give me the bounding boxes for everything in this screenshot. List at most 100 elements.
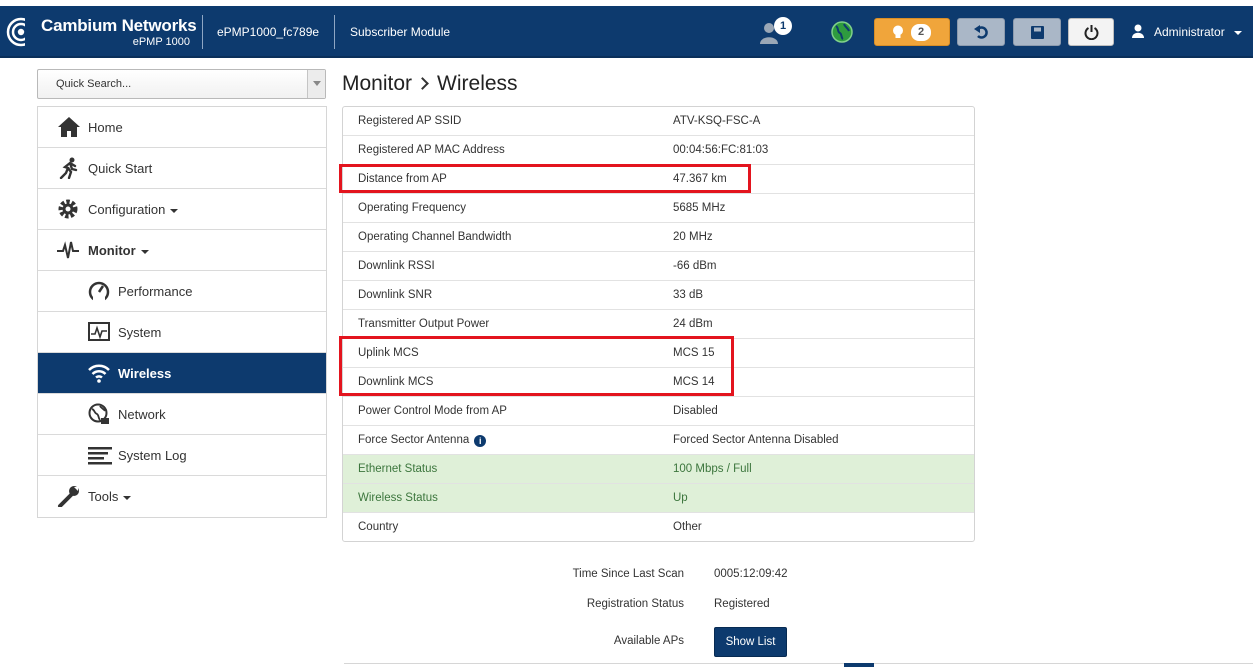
sidebar-item-label: Wireless: [118, 366, 172, 381]
info-icon[interactable]: i: [474, 435, 487, 447]
show-list-button[interactable]: Show List: [714, 627, 787, 657]
row-value: Forced Sector Antenna Disabled: [673, 434, 839, 446]
log-lines-icon: [88, 447, 112, 465]
user-sessions-badge: 1: [774, 17, 792, 35]
table-row: Operating Frequency 5685 MHz: [343, 194, 974, 223]
available-aps-label: Available APs: [613, 635, 684, 647]
chevron-right-icon: [416, 77, 429, 90]
row-value: 00:04:56:FC:81:03: [673, 144, 769, 156]
sidebar-item-system-log[interactable]: System Log: [38, 435, 326, 476]
sidebar-item-label-wrap: Configuration: [88, 202, 179, 217]
table-row: Downlink RSSI -66 dBm: [343, 252, 974, 281]
sidebar-item-monitor[interactable]: Monitor: [38, 230, 326, 271]
sidebar-item-quick-start[interactable]: Quick Start: [38, 148, 326, 189]
user-icon: [1132, 24, 1144, 38]
sidebar-item-tools[interactable]: Tools: [38, 476, 326, 517]
table-row: Force Sector Antenna i Forced Sector Anten…: [343, 426, 974, 455]
highlight-box-distance: [339, 164, 751, 193]
sidebar-item-performance[interactable]: Performance: [38, 271, 326, 312]
device-name: ePMP1000_fc789e: [217, 25, 320, 39]
table-row: Downlink SNR 33 dB: [343, 281, 974, 310]
breadcrumb: Monitor Wireless: [342, 72, 518, 96]
row-key: Force Sector Antenna: [358, 434, 470, 446]
sidebar-item-home[interactable]: Home: [38, 107, 326, 148]
row-value: 100 Mbps / Full: [673, 463, 752, 475]
row-key-wrap: Force Sector Antenna i: [358, 434, 487, 447]
device-mode: Subscriber Module: [350, 25, 451, 39]
row-value: 24 dBm: [673, 318, 713, 330]
row-key: Power Control Mode from AP: [358, 405, 507, 417]
alerts-button[interactable]: 2: [874, 18, 950, 46]
time-since-scan-value: 0005:12:09:42: [714, 568, 788, 580]
row-key: Downlink SNR: [358, 289, 433, 301]
sidebar-item-wireless[interactable]: Wireless: [38, 353, 326, 394]
caret-down-icon: [140, 249, 149, 254]
row-key: Wireless Status: [358, 492, 438, 504]
row-key: Country: [358, 521, 399, 533]
sidebar-item-network[interactable]: Network: [38, 394, 326, 435]
system-monitor-icon: [88, 322, 110, 341]
sidebar-item-label: Network: [118, 407, 166, 422]
row-key: Ethernet Status: [358, 463, 438, 475]
row-value: 20 MHz: [673, 231, 713, 243]
row-value: 5685 MHz: [673, 202, 726, 214]
row-value: -66 dBm: [673, 260, 717, 272]
sidebar-item-label: System Log: [118, 448, 187, 463]
undo-button[interactable]: [957, 18, 1005, 46]
gear-icon: [58, 199, 78, 219]
gauge-icon: [88, 281, 110, 302]
sidebar-item-label-wrap: Monitor: [88, 243, 149, 258]
table-row: Operating Channel Bandwidth 20 MHz: [343, 223, 974, 252]
save-button[interactable]: [1013, 18, 1061, 46]
row-value: Up: [673, 492, 688, 504]
table-row: Power Control Mode from AP Disabled: [343, 397, 974, 426]
row-key: Transmitter Output Power: [358, 318, 490, 330]
sidebar-item-label: Configuration: [88, 202, 166, 217]
highlight-box-mcs: [339, 336, 734, 396]
row-key: Registered AP SSID: [358, 115, 462, 127]
save-floppy-icon: [1031, 26, 1044, 39]
running-man-icon: [59, 157, 78, 179]
account-name: Administrator: [1154, 25, 1225, 39]
account-menu[interactable]: Administrator: [1132, 24, 1243, 39]
quick-search-placeholder: Quick Search...: [56, 78, 132, 90]
wrench-icon: [58, 486, 79, 507]
table-row: Transmitter Output Power 24 dBm: [343, 310, 974, 339]
globe-icon[interactable]: [830, 20, 854, 44]
home-icon: [58, 117, 80, 137]
wifi-icon: [88, 364, 110, 383]
sidebar-item-label: Tools: [88, 489, 119, 504]
reboot-button[interactable]: [1068, 18, 1114, 46]
row-key: Registered AP MAC Address: [358, 144, 505, 156]
breadcrumb-section[interactable]: Monitor: [342, 72, 412, 95]
row-key: Operating Channel Bandwidth: [358, 231, 512, 243]
row-value: 33 dB: [673, 289, 704, 301]
quick-search-select[interactable]: Quick Search...: [37, 69, 326, 99]
caret-down-icon: [123, 495, 132, 500]
sidebar-item-label: Performance: [118, 284, 193, 299]
header-divider: [202, 15, 203, 49]
registration-status-value: Registered: [714, 598, 770, 610]
device-model: ePMP 1000: [132, 36, 190, 48]
sidebar-item-label: Monitor: [88, 243, 136, 258]
row-value: Other: [673, 521, 702, 533]
row-key: Downlink RSSI: [358, 260, 435, 272]
time-since-scan-label: Time Since Last Scan: [572, 568, 684, 580]
header-divider: [334, 15, 335, 49]
next-section-edge: [344, 663, 1253, 667]
row-value: Disabled: [673, 405, 718, 417]
sidebar-item-label-wrap: Tools: [88, 489, 132, 504]
sidebar-item-system[interactable]: System: [38, 312, 326, 353]
dropdown-arrow-icon[interactable]: [307, 70, 325, 98]
power-icon: [1084, 25, 1099, 40]
registration-status-label: Registration Status: [586, 598, 684, 610]
sidebar-item-label: Home: [88, 120, 123, 135]
sidebar-item-configuration[interactable]: Configuration: [38, 189, 326, 230]
pulse-icon: [57, 241, 79, 259]
lightbulb-icon: [893, 25, 903, 38]
table-row: Registered AP SSID ATV-KSQ-FSC-A: [343, 107, 974, 136]
table-row: Country Other: [343, 513, 974, 542]
sidebar-item-label: Quick Start: [88, 161, 153, 176]
undo-icon: [974, 25, 988, 39]
section-marker: [844, 663, 874, 667]
